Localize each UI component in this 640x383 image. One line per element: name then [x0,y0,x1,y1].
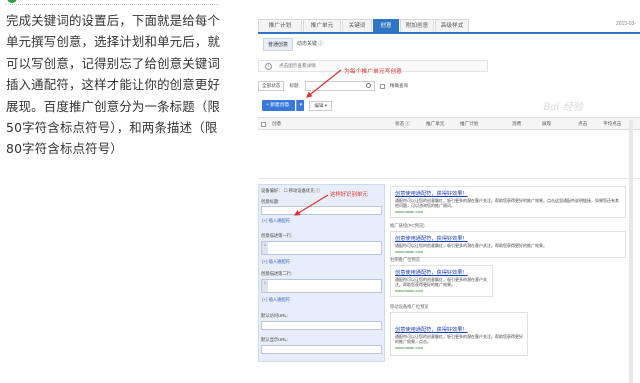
info-icon: i [265,63,272,70]
step-divider [5,4,219,5]
annotation-top: 为每个推广单元写创意 [344,69,402,75]
preview-url: www.baidu.com [395,288,424,293]
desc1-label: 创意描述第一行: [261,233,293,238]
select-all-checkbox[interactable] [261,122,266,127]
exact-checkbox[interactable] [379,83,385,89]
preview-label-right: 右侧推广位预览 [390,257,421,262]
baidu-watermark: Bai 经验 [543,102,583,113]
title-label: 创意标题: [261,199,280,204]
desc1-input[interactable]: 1 [261,241,382,255]
preview-url: www.baidu.com [395,345,424,350]
tab-creative[interactable]: 创意 [373,19,399,32]
tab-unit[interactable]: 推广单元 [303,19,341,32]
screenshot-panel: 推广计划 推广单元 关键词 创意 附加创意 高级样式 2015-03- 普通创意… [253,0,640,383]
preview-card-pc: 创意使用通配符，获得好效果！ 通配符可以让您的创意飘红，吸引更多的潜在客户关注。… [390,231,626,258]
scrollbar[interactable] [629,120,633,383]
col-status[interactable]: 状态 ⓘ [395,121,410,127]
preview-desc: 通配符可以让您的创意飘红，吸引更多的潜在客户关注。帮助您获得更好的推广效果，点击… [395,334,523,344]
date-label: 2015-03- [615,21,636,27]
table-header: 创意 状态 ⓘ 推广单元 推广计划 消费 展现 点击 平均点击 [258,117,640,130]
col-unit[interactable]: 推广单元 [426,121,444,127]
table-body [258,131,640,179]
preview-title[interactable]: 创意使用通配符，获得好效果！ [395,326,523,333]
tab-advanced-style[interactable]: 高级样式 [435,19,469,32]
preview-card-right: 创意使用通配符，获得好效果！ 通配符可以让您的创意飘红，吸引更多的潜在客户关注。… [390,265,493,297]
insert-wildcard-desc2[interactable]: {+} 插入通配符 [262,297,290,303]
search-input[interactable] [304,81,375,91]
preview-desc: 通配符可以让您的创意飘红，吸引更多的潜在客户关注。帮助您获得更好的推广效果。 [395,277,487,287]
article-column: 完成关键词的设置后，下面就是给每个单元撰写创意，选择计划和单元后，就可以写创意，… [0,0,228,383]
col-clicks[interactable]: 点击 [578,121,587,127]
desc2-label: 创意描述第二行: [261,271,293,276]
subtab-normal[interactable]: 普通创意 [263,38,294,51]
col-plan[interactable]: 推广计划 [460,121,478,127]
new-creative-button[interactable]: + 新建创意 [262,100,296,111]
display-url-label: 默认显示URL: [261,337,288,342]
desc2-gutter: 1 [262,280,268,292]
preview-desc: 通配符可以让您的创意飘红，吸引更多的潜在客户关注。帮助您获得更好的推广效果。 [395,243,547,248]
exact-label: 精确查询 [389,83,409,88]
preview-label-pc: 推广链接(PC预览) [390,223,425,228]
edit-label: 编辑 [314,102,324,108]
preview-title[interactable]: 创意使用通配符，获得好效果！ [395,269,488,276]
col-creative[interactable]: 创意 [272,121,281,127]
top-nav: 推广计划 推广单元 关键词 创意 附加创意 高级样式 2015-03- [258,19,640,34]
tab-campaign[interactable]: 推广计划 [258,19,302,32]
device-pref-label[interactable]: 设备偏好： ☐ 移动设备优先 ⓘ [261,188,320,194]
search-label: 标题: [289,83,300,88]
sub-tabs: 普通创意 动态关键 ⓘ [263,38,327,51]
col-impressions[interactable]: 展现 [542,121,551,127]
display-url-input[interactable] [261,345,382,354]
title-input[interactable] [261,206,382,215]
step-badge [7,0,17,3]
creative-editor: 设备偏好： ☐ 移动设备优先 ⓘ 创意标题: {+} 插入通配符 创意描述第一行… [258,184,385,362]
subtab-dynamic[interactable]: 动态关键 ⓘ [293,38,327,51]
search-icon[interactable] [365,83,371,88]
url-label: 默认访问URL: [261,313,288,318]
col-cost[interactable]: 消费 [512,121,521,127]
preview-url: www.baidu.com [395,209,424,214]
filter-bar: 全部状态 标题: 精确查询 [258,81,408,91]
desc1-gutter: 1 [262,242,268,254]
edit-dropdown[interactable]: 编辑 ▾ [309,100,333,111]
action-bar: + 新建创意 ▾ 编辑 ▾ [262,100,333,111]
preview-title[interactable]: 创意使用通配符，获得好效果！ [395,235,621,242]
chevron-down-icon[interactable]: ▾ [296,100,305,111]
preview-title[interactable]: 创意使用通配符，获得好效果！ [395,190,621,197]
preview-card-main: 创意使用通配符，获得好效果！ 通配符可以让您的创意飘红，吸引更多的潜在客户关注。… [390,186,626,218]
tab-keyword[interactable]: 关键词 [342,19,372,32]
notice-text[interactable]: 点击图示查看详情 [279,63,316,68]
url-input[interactable] [261,321,382,330]
article-paragraph: 完成关键词的设置后，下面就是给每个单元撰写创意，选择计划和单元后，就可以写创意，… [6,13,221,157]
preview-card-mobile: 创意使用通配符，获得好效果！ 通配符可以让您的创意飘红，吸引更多的潜在客户关注。… [390,312,528,356]
preview-url: www.baidu.com [395,249,424,254]
status-filter[interactable]: 全部状态 [258,81,285,91]
desc2-input[interactable]: 1 [261,279,382,293]
insert-wildcard-desc1[interactable]: {+} 插入通配符 [262,259,290,265]
tab-extra-creative[interactable]: 附加创意 [400,19,434,32]
preview-desc: 通配符可以让您的创意飘红，吸引更多的潜在客户关注。帮助您获得更好的推广效果。点击… [395,198,619,208]
insert-wildcard-title[interactable]: {+} 插入通配符 [262,218,290,224]
col-avg-click[interactable]: 平均点击 [603,121,621,127]
preview-label-mobile: 移动设备推广位预览 [390,304,429,309]
annotation-editor: 这样好识别单元 [330,192,368,198]
